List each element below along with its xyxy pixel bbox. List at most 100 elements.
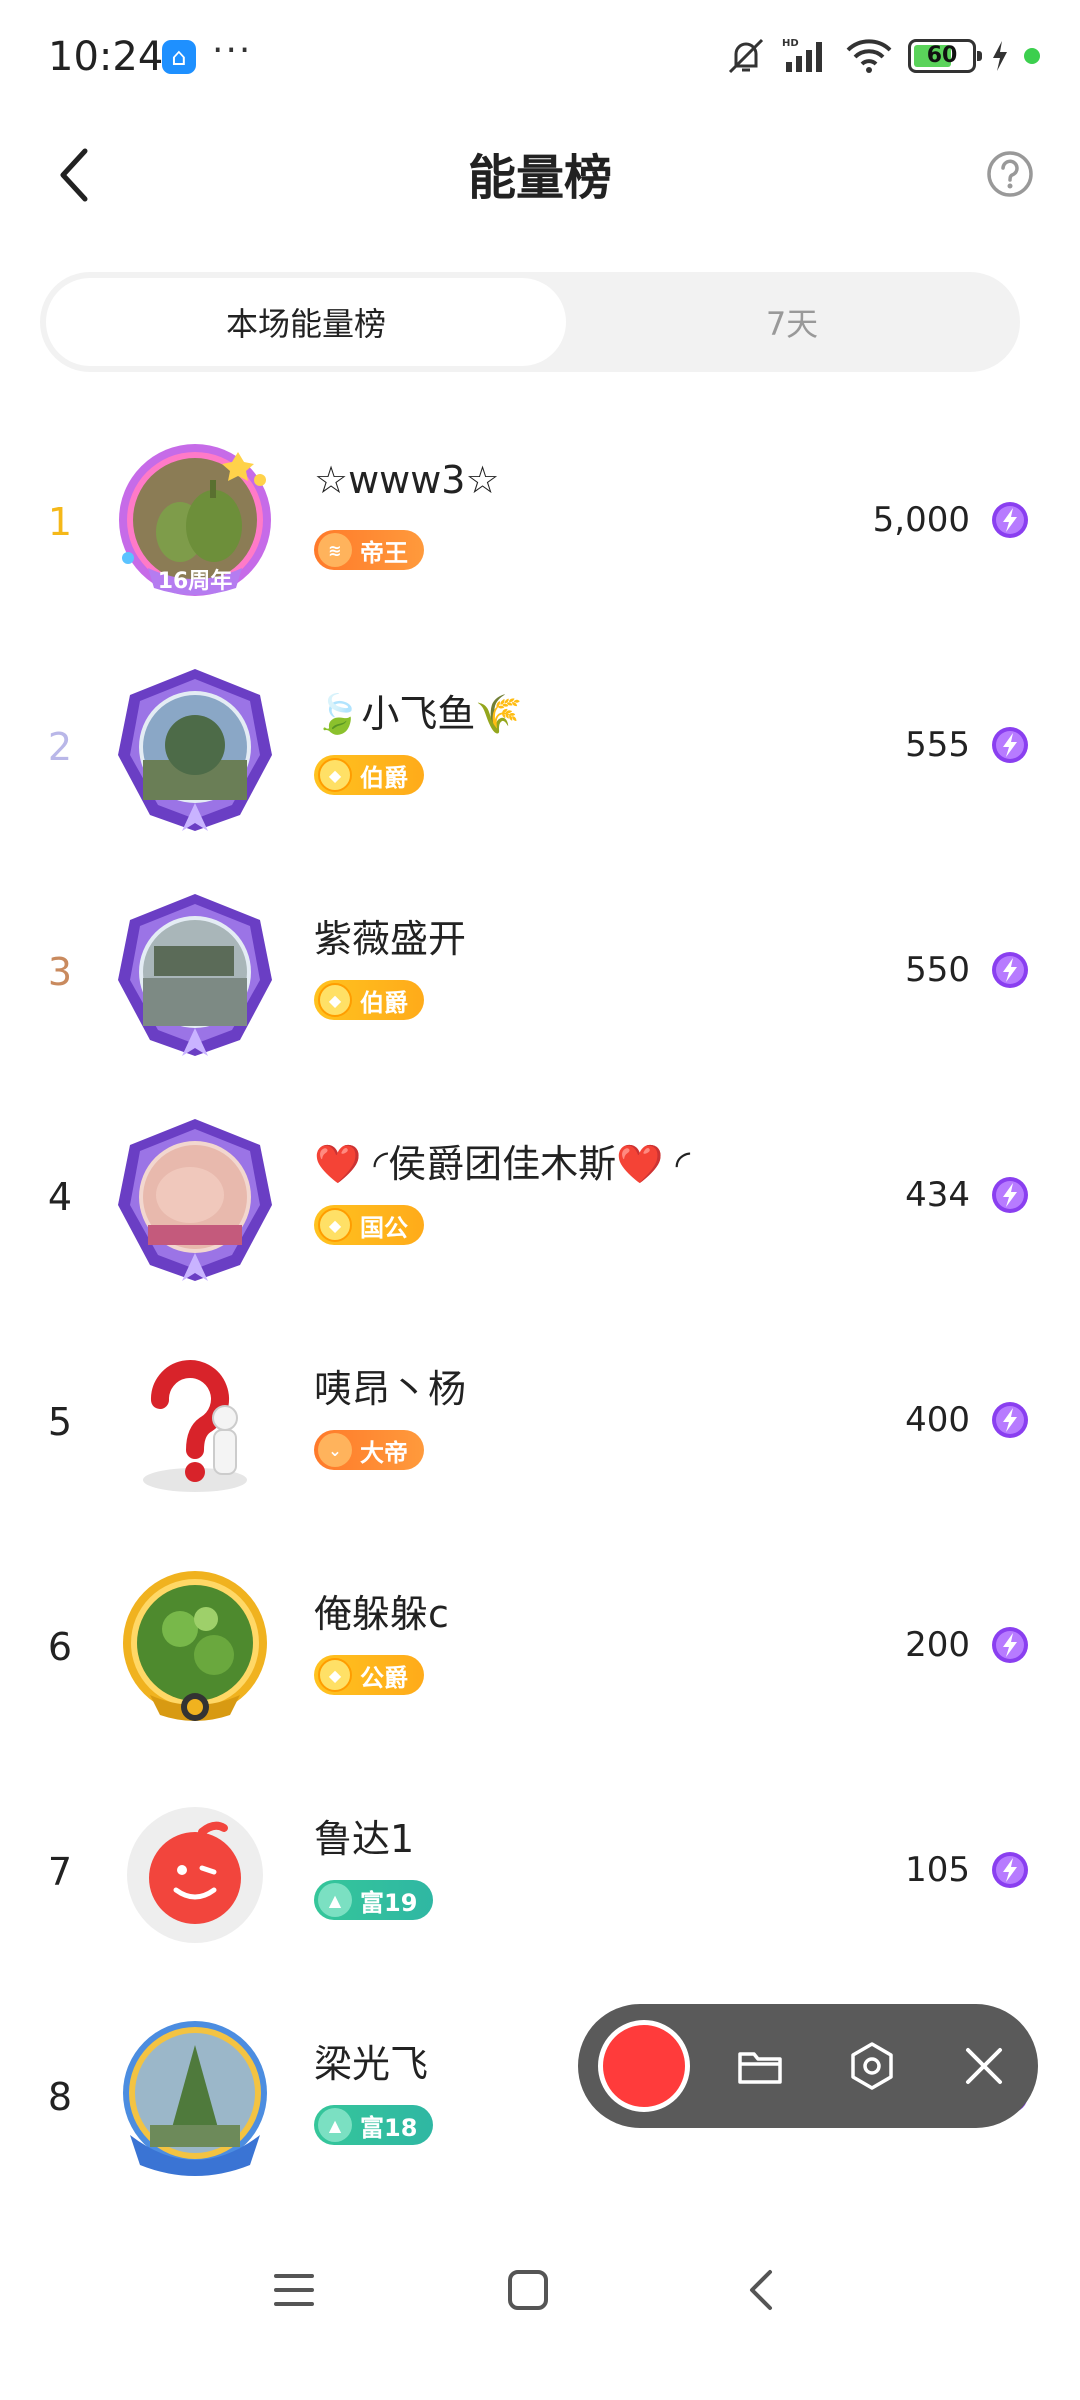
charging-icon: [993, 41, 1007, 71]
user-name: ❤️ ◜侯爵团佳木斯❤️ ◜: [314, 1142, 691, 1186]
rank-number: 8: [47, 2075, 73, 2119]
question-mark-avatar: [143, 1360, 247, 1492]
system-navigation-bar: [0, 2230, 1080, 2350]
badge-emblem-icon: ◆: [318, 758, 352, 792]
svg-text:HD: HD: [782, 38, 799, 49]
signal-icon: HD: [782, 38, 822, 72]
badge-emblem-icon: ◆: [318, 1208, 352, 1242]
rank-badge: ◆ 国公: [314, 1205, 424, 1245]
menu-button[interactable]: [258, 2254, 330, 2326]
avatar-frame-blue: [123, 2021, 267, 2176]
badge-label: 公爵: [360, 1663, 408, 1692]
ranking-row[interactable]: 7 鲁达1 ▲ 富19 105: [0, 1760, 1080, 1985]
badge-emblem-icon: ≋: [318, 533, 352, 567]
ranking-row[interactable]: 1 16周年 ☆www3☆ ≋ 帝王 5,000: [0, 410, 1080, 635]
ranking-row[interactable]: 3 紫薇盛开 ◆ 伯爵 550: [0, 860, 1080, 1085]
badge-label: 大帝: [360, 1438, 408, 1467]
avatar[interactable]: 16周年: [110, 440, 280, 610]
help-button[interactable]: [980, 144, 1040, 204]
energy-bolt-icon: [992, 1177, 1028, 1213]
user-name: 鲁达1: [314, 1817, 415, 1861]
rank-number: 2: [47, 725, 73, 769]
energy-score: 5,000: [872, 500, 970, 540]
status-bar: 10:24 ⌂ ··· HD 60: [0, 0, 1080, 120]
rank-badge: ▲ 富19: [314, 1880, 434, 1920]
status-icons: HD 60: [724, 36, 1040, 76]
rank-number: 4: [47, 1175, 73, 1219]
tab-current-session[interactable]: 本场能量榜: [46, 278, 566, 366]
ranking-row[interactable]: 5 咦昂丶杨 ⌄ 大帝 400: [0, 1310, 1080, 1535]
page-title: 能量榜: [467, 150, 612, 206]
badge-label: 帝王: [360, 538, 408, 567]
home-button[interactable]: [492, 2254, 564, 2326]
avatar[interactable]: [110, 1565, 280, 1735]
back-icon: [750, 2270, 772, 2310]
rank-number: 6: [47, 1625, 73, 1669]
energy-bolt-icon: [992, 1627, 1028, 1663]
energy-bolt-icon: [992, 1852, 1028, 1888]
folder-icon[interactable]: [736, 2042, 784, 2090]
tab-bar: 本场能量榜 7天: [40, 272, 1020, 372]
user-name: ☆www3☆: [314, 458, 500, 502]
energy-bolt-icon: [992, 502, 1028, 538]
home-icon: ⌂: [162, 40, 196, 74]
rank-badge: ◆ 伯爵: [314, 980, 424, 1020]
badge-emblem-icon: ◆: [318, 1658, 352, 1692]
rank-number: 1: [47, 500, 73, 544]
ranking-row[interactable]: 2 🍃小飞鱼🌾 ◆ 伯爵 555: [0, 635, 1080, 860]
ranking-row[interactable]: 6 俺躲躲c ◆ 公爵 200: [0, 1535, 1080, 1760]
ranking-row[interactable]: 4 ❤️ ◜侯爵团佳木斯❤️ ◜ ◆ 国公 434: [0, 1085, 1080, 1310]
avatar[interactable]: [110, 890, 280, 1060]
wifi-icon: [846, 39, 892, 73]
energy-bolt-icon: [992, 727, 1028, 763]
tab-7-days[interactable]: 7天: [570, 278, 1014, 366]
rank-badge: ▲ 富18: [314, 2105, 434, 2145]
badge-emblem-icon: ⌄: [318, 1433, 352, 1467]
user-name: 咦昂丶杨: [314, 1367, 467, 1411]
back-nav-button[interactable]: [726, 2254, 798, 2326]
badge-label: 富18: [360, 2113, 418, 2142]
badge-label: 伯爵: [360, 763, 408, 792]
settings-icon[interactable]: [846, 2040, 898, 2092]
badge-emblem-icon: ◆: [318, 983, 352, 1017]
header: 能量榜: [0, 120, 1080, 230]
badge-label: 伯爵: [360, 988, 408, 1017]
rank-number: 3: [47, 950, 73, 994]
menu-icon: [274, 2274, 314, 2306]
user-name: 🍃小飞鱼🌾: [314, 692, 523, 736]
rank-number: 5: [47, 1400, 73, 1444]
user-name: 梁光飞: [314, 2042, 429, 2086]
avatar[interactable]: [110, 2015, 280, 2185]
rank-number: 7: [47, 1850, 73, 1894]
user-name: 俺躲躲c: [314, 1592, 449, 1636]
energy-score: 200: [905, 1625, 970, 1665]
avatar[interactable]: [110, 665, 280, 835]
rank-badge: ≋ 帝王: [314, 530, 424, 570]
battery-level: 60: [926, 43, 958, 68]
status-time: 10:24: [48, 34, 164, 80]
record-button[interactable]: [598, 2020, 690, 2112]
more-notifications: ···: [212, 30, 253, 71]
question-icon: [987, 151, 1033, 197]
privacy-indicator: [1024, 48, 1040, 64]
avatar[interactable]: [110, 1340, 280, 1510]
mute-icon: [728, 38, 764, 74]
avatar[interactable]: [110, 1115, 280, 1285]
avatar-frame-text: 16周年: [158, 568, 233, 594]
avatar-frame-purple-shield: [118, 669, 272, 831]
screen-recorder-toolbar: [578, 2004, 1038, 2128]
rank-badge: ◆ 公爵: [314, 1655, 424, 1695]
avatar[interactable]: [110, 1790, 280, 1960]
avatar-frame-anniversary: 16周年: [119, 444, 271, 596]
close-icon[interactable]: [960, 2042, 1008, 2090]
avatar-frame-purple-shield: [118, 894, 272, 1056]
default-avatar: [127, 1807, 263, 1943]
avatar-frame-gold: [123, 1571, 267, 1721]
badge-label: 富19: [360, 1888, 418, 1917]
badge-label: 国公: [360, 1213, 408, 1242]
avatar-frame-purple-shield: [118, 1119, 272, 1281]
energy-score: 550: [905, 950, 970, 990]
badge-emblem-icon: ▲: [318, 1883, 352, 1917]
home-square-icon: [508, 2270, 548, 2310]
energy-score: 555: [905, 725, 970, 765]
